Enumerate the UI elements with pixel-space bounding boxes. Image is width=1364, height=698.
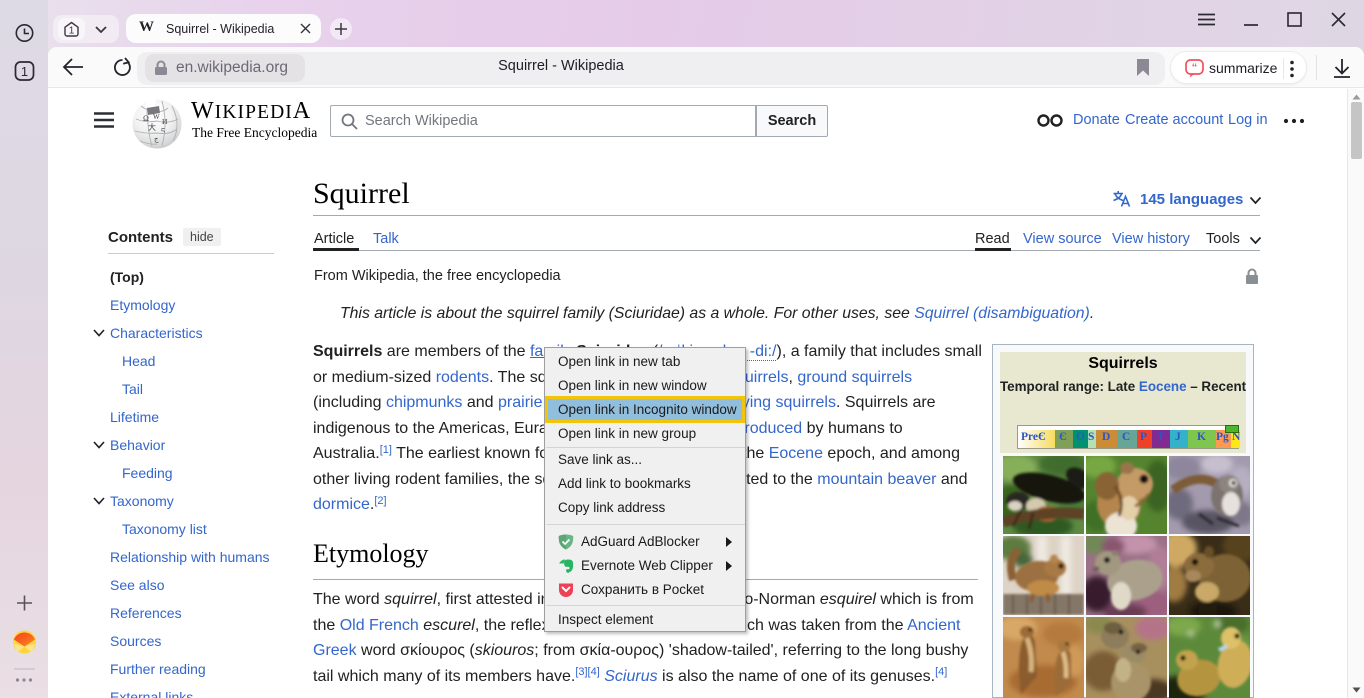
svg-text:1: 1 [21, 64, 28, 79]
svg-text:Ω: Ω [143, 114, 149, 123]
svg-text:“: “ [1192, 62, 1198, 74]
svg-text:И: И [162, 117, 168, 126]
svg-text:ج: ج [154, 135, 159, 143]
svg-text:1: 1 [69, 26, 75, 37]
svg-text:大: 大 [148, 122, 156, 132]
svg-text:W: W [153, 113, 160, 121]
